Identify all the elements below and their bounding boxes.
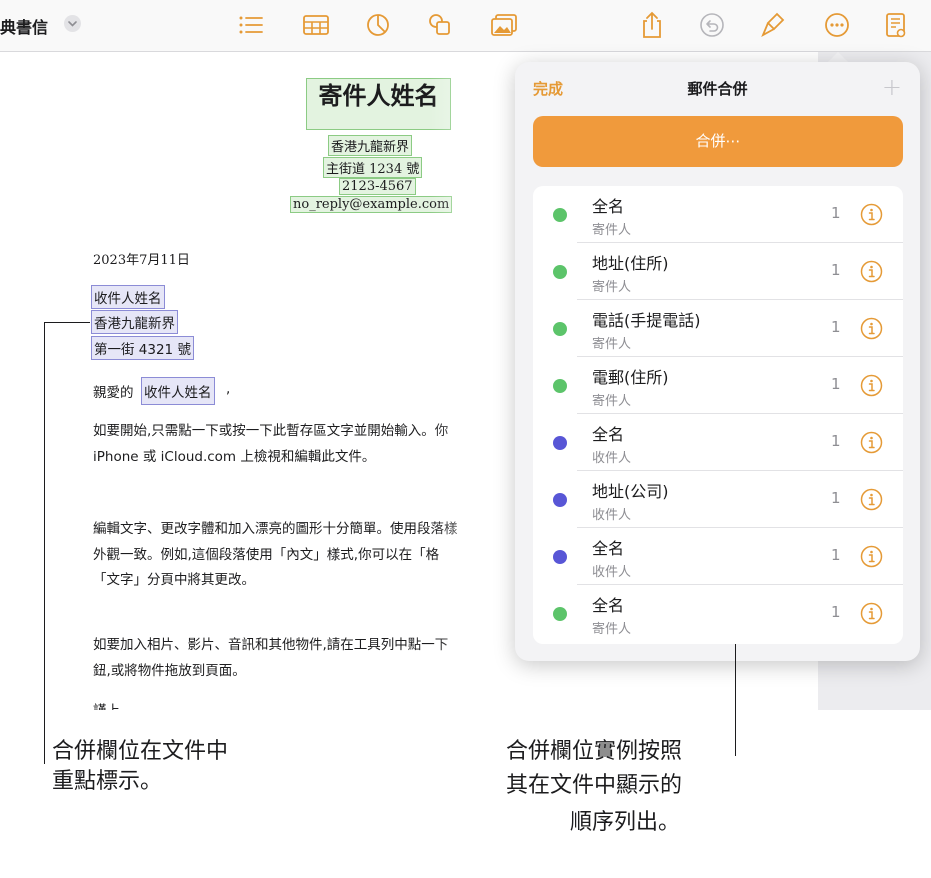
- merge-field-row[interactable]: 全名寄件人 1: [533, 186, 903, 243]
- closing-text: 謹上,: [93, 699, 124, 710]
- info-icon[interactable]: [860, 317, 883, 340]
- info-icon[interactable]: [860, 203, 883, 226]
- field-source: 寄件人: [592, 223, 632, 238]
- field-count: 1: [831, 489, 841, 507]
- merge-field-recipient-address1[interactable]: 香港九龍新界: [91, 310, 178, 334]
- table-icon[interactable]: [300, 9, 332, 41]
- info-icon[interactable]: [860, 260, 883, 283]
- field-source: 寄件人: [592, 394, 632, 409]
- field-color-dot: [553, 379, 567, 393]
- merge-field-sender-address2[interactable]: 主街道 1234 號: [323, 157, 423, 178]
- info-icon[interactable]: [860, 545, 883, 568]
- document-view-icon[interactable]: [880, 9, 912, 41]
- merge-button[interactable]: 合併⋯: [533, 116, 903, 167]
- field-source: 收件人: [592, 451, 632, 466]
- field-name: 全名: [592, 539, 625, 558]
- undo-icon[interactable]: [696, 9, 728, 41]
- field-count: 1: [831, 318, 841, 336]
- field-count: 1: [831, 603, 841, 621]
- greeting-prefix: 親愛的: [93, 385, 134, 401]
- merge-field-row[interactable]: 電郵(住所) 寄件人 1: [533, 357, 903, 414]
- field-name: 全名: [592, 596, 625, 615]
- info-icon[interactable]: [860, 488, 883, 511]
- date-text: 2023年7月11日: [93, 253, 190, 268]
- chart-icon[interactable]: [362, 9, 394, 41]
- list-icon[interactable]: [235, 9, 267, 41]
- merge-field-row[interactable]: 電話(手提電話) 寄件人 1: [533, 300, 903, 357]
- field-count: 1: [831, 204, 841, 222]
- field-source: 收件人: [592, 565, 632, 580]
- field-source: 寄件人: [592, 622, 632, 637]
- callout-left-line-2: 重點標示。: [52, 769, 163, 794]
- paragraph-2-line-1: 編輯文字、更改字體和加入漂亮的圖形十分簡單。使用段落樣: [93, 521, 458, 537]
- field-name: 電郵(住所): [592, 368, 669, 387]
- paragraph-3-line-2: 鈕,或將物件拖放到頁面。: [93, 663, 246, 679]
- info-icon[interactable]: [860, 431, 883, 454]
- merge-field-row[interactable]: 全名收件人 1: [533, 528, 903, 585]
- merge-field-sender-email[interactable]: no_reply@example.com: [290, 196, 453, 213]
- merge-field-sender-address1[interactable]: 香港九龍新界: [328, 135, 413, 156]
- field-color-dot: [553, 265, 567, 279]
- paragraph-2-line-3: 「文字」分頁中將其更改。: [93, 572, 255, 588]
- merge-field-row[interactable]: 全名寄件人 1: [533, 585, 903, 642]
- callout-line-left: [44, 322, 45, 764]
- info-icon[interactable]: [860, 374, 883, 397]
- callout-left-line-1: 合併欄位在文件中: [52, 739, 229, 764]
- mail-merge-popover: 完成 郵件合併 + 合併⋯ 全名 寄件人 1 地址(住所) 寄件人 1 電話(手提電話) 寄件…: [515, 62, 920, 661]
- callout-line-left-tick: [44, 322, 90, 323]
- pages-app-window: 典書信 寄件人姓名 香港九龍新界 主街道 1234 號 2123-4567 no…: [0, 0, 931, 710]
- greeting-suffix: ,: [226, 381, 231, 397]
- merge-field-row[interactable]: 全名收件人 1: [533, 414, 903, 471]
- media-icon[interactable]: [488, 9, 520, 41]
- share-icon[interactable]: [636, 9, 668, 41]
- merge-field-list: 全名 寄件人 1 地址(住所) 寄件人 1 電話(手提電話) 寄件人 1 電郵(住所) 寄件人 1 全名…: [533, 186, 903, 644]
- field-count: 1: [831, 432, 841, 450]
- merge-field-row[interactable]: 地址(住所) 寄件人 1: [533, 243, 903, 300]
- field-color-dot: [553, 550, 567, 564]
- callout-right-line-1: 合併欄位實例按照: [506, 739, 683, 764]
- chevron-down-icon[interactable]: [64, 15, 81, 32]
- callout-right-line-2: 其在文件中顯示的: [506, 773, 683, 798]
- merge-field-row[interactable]: 地址(公司) 收件人 1: [533, 471, 903, 528]
- field-count: 1: [831, 261, 841, 279]
- more-icon[interactable]: [821, 9, 853, 41]
- document-title[interactable]: 典書信: [0, 14, 48, 38]
- merge-field-recipient-address2[interactable]: 第一街 4321 號: [91, 336, 194, 360]
- field-name: 地址(住所): [592, 254, 669, 273]
- callout-line-right: [735, 644, 736, 756]
- add-field-button[interactable]: +: [882, 75, 902, 99]
- callout-right-line-3: 順序列出。: [570, 810, 681, 835]
- field-source: 收件人: [592, 508, 632, 523]
- brush-icon[interactable]: [757, 9, 789, 41]
- field-name: 電話(手提電話): [592, 311, 701, 330]
- info-icon[interactable]: [860, 602, 883, 625]
- field-color-dot: [553, 436, 567, 450]
- field-source: 寄件人: [592, 337, 632, 352]
- paragraph-1-line-1: 如要開始,只需點一下或按一下此暫存區文字並開始輸入。你: [93, 423, 449, 439]
- merge-field-greeting-name[interactable]: 收件人姓名: [141, 377, 215, 405]
- field-color-dot: [553, 208, 567, 222]
- popover-title: 郵件合併: [687, 80, 748, 98]
- field-source: 寄件人: [592, 280, 632, 295]
- paragraph-1-line-2: iPhone 或 iCloud.com 上檢視和編輯此文件。: [93, 449, 376, 465]
- field-name: 全名: [592, 425, 625, 444]
- field-color-dot: [553, 322, 567, 336]
- field-name: 地址(公司): [592, 482, 669, 501]
- shape-icon[interactable]: [424, 9, 456, 41]
- merge-field-sender-phone[interactable]: 2123-4567: [339, 178, 416, 195]
- paragraph-2-line-2: 外觀一致。例如,這個段落使用「內文」樣式,你可以在「格: [93, 547, 440, 563]
- field-name: 全名: [592, 197, 625, 216]
- field-count: 1: [831, 546, 841, 564]
- paragraph-3-line-1: 如要加入相片、影片、音訊和其他物件,請在工具列中點一下: [93, 637, 449, 653]
- merge-field-recipient-name[interactable]: 收件人姓名: [91, 285, 165, 309]
- field-count: 1: [831, 375, 841, 393]
- field-color-dot: [553, 493, 567, 507]
- toolbar: 典書信: [0, 0, 931, 52]
- field-color-dot: [553, 607, 567, 621]
